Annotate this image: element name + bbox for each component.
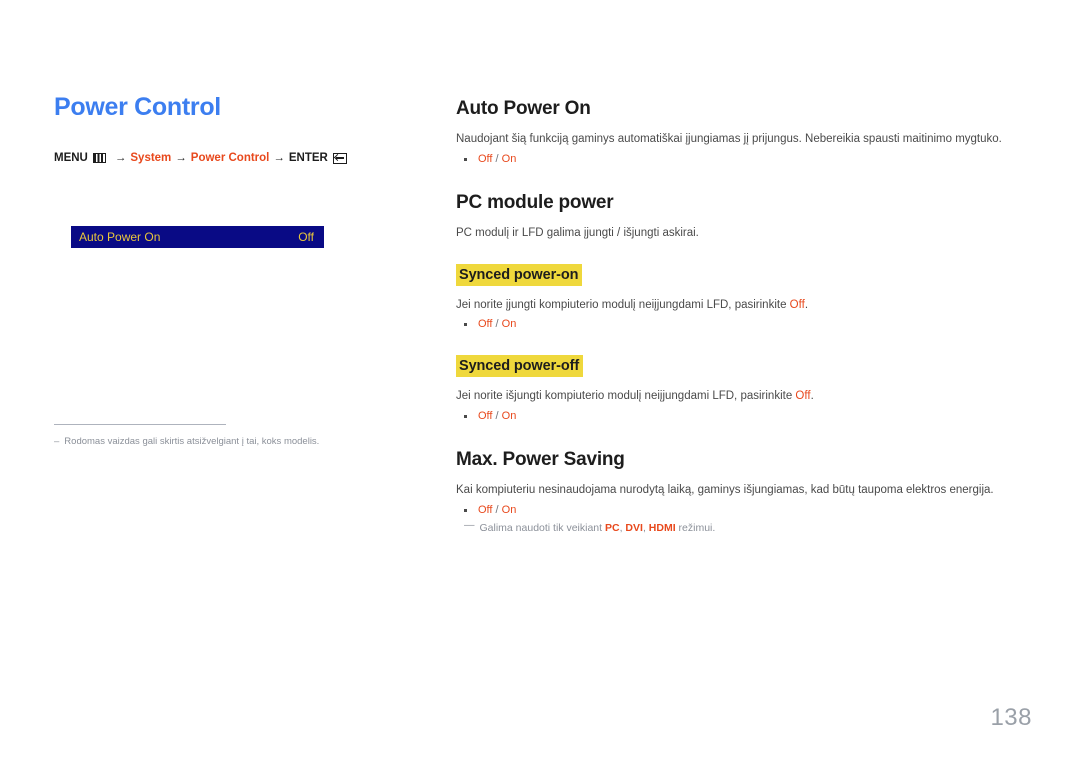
note-text-after: režimui.: [675, 522, 716, 535]
breadcrumb-enter-label: ENTER: [288, 151, 328, 164]
section-title-auto-power-on: Auto Power On: [456, 98, 591, 119]
section-synced-power-on: Synced power-on Jei norite įjungti kompi…: [456, 263, 1016, 333]
body-text-accent: Off: [789, 298, 805, 311]
section-max-power-saving: Max. Power Saving Kai kompiuteriu nesina…: [456, 449, 1016, 536]
note-dash: —: [464, 519, 475, 532]
option-list-max-power-saving: Off / On: [456, 502, 1016, 519]
breadcrumb-arrow-3: →: [273, 151, 285, 164]
section-title-max-power-saving: Max. Power Saving: [456, 449, 625, 471]
section-note-max-power-saving: — Galima naudoti tik veikiant PC, DVI, H…: [456, 519, 1016, 536]
document-page: Power Control MENU → System → Power Cont…: [0, 0, 1080, 763]
list-item: Off / On: [456, 408, 1016, 425]
breadcrumb: MENU → System → Power Control → ENTER: [54, 151, 394, 165]
body-text-after: .: [810, 389, 814, 402]
option-off: Off: [478, 409, 493, 422]
note-text-before: Galima naudoti tik veikiant: [479, 522, 605, 535]
section-synced-power-off: Synced power-off Jei norite išjungti kom…: [456, 354, 1016, 425]
list-item: Off / On: [456, 151, 1016, 168]
option-on: On: [501, 318, 517, 331]
option-separator: /: [495, 503, 499, 516]
footnote-text: Rodomas vaizdas gali skirtis atsižvelgia…: [64, 436, 320, 447]
section-body-synced-power-on: Jei norite įjungti kompiuterio modulį ne…: [456, 297, 1016, 314]
subsection-title-synced-power-on: Synced power-on: [456, 263, 583, 286]
breadcrumb-arrow-2: →: [175, 151, 187, 164]
breadcrumb-menu-label: MENU: [54, 151, 88, 164]
option-separator: /: [495, 318, 499, 331]
section-title-pc-module-power: PC module power: [456, 192, 614, 214]
page-number: 138: [990, 704, 1032, 731]
left-footnote: – Rodomas vaizdas gali skirtis atsižvelg…: [54, 424, 354, 448]
option-on: On: [501, 152, 517, 165]
option-separator: /: [495, 152, 499, 165]
osd-menu-row-auto-power-on: Auto Power On Off: [71, 226, 324, 248]
option-on: On: [501, 503, 517, 516]
menu-grid-icon: [92, 153, 106, 164]
option-list-auto-power-on: Off / On: [456, 151, 1016, 168]
note-text: Galima naudoti tik veikiant PC, DVI, HDM…: [480, 521, 716, 536]
option-separator: /: [495, 409, 499, 422]
left-column: Power Control MENU → System → Power Cont…: [54, 93, 394, 165]
section-body-auto-power-on: Naudojant šią funkciją gaminys automatiš…: [456, 132, 1002, 145]
osd-menu-value: Off: [298, 230, 314, 244]
note-comma-1: ,: [619, 522, 623, 535]
body-text-before: Jei norite įjungti kompiuterio modulį ne…: [456, 298, 790, 311]
subsection-title-synced-power-off: Synced power-off: [456, 354, 584, 377]
footnote-divider: [54, 424, 226, 425]
body-text-before: Jei norite išjungti kompiuterio modulį n…: [456, 389, 796, 402]
right-column: Auto Power On Naudojant šią funkciją gam…: [456, 98, 1016, 536]
option-list-synced-power-off: Off / On: [456, 408, 1016, 425]
footnote-dash: –: [54, 436, 60, 447]
section-body-pc-module-power: PC modulį ir LFD galima įjungti / išjung…: [456, 226, 699, 239]
list-item: Off / On: [456, 316, 1016, 333]
enter-return-icon: [332, 152, 347, 164]
option-off: Off: [478, 318, 493, 331]
option-off: Off: [478, 152, 493, 165]
breadcrumb-item-system: System: [130, 151, 172, 164]
page-title: Power Control: [54, 93, 221, 121]
body-text-accent: Off: [795, 389, 811, 402]
footnote-text-row: – Rodomas vaizdas gali skirtis atsižvelg…: [54, 436, 354, 448]
section-pc-module-power: PC module power PC modulį ir LFD galima …: [456, 192, 1016, 242]
note-mode-hdmi: HDMI: [648, 522, 676, 535]
note-comma-2: ,: [642, 522, 646, 535]
body-text-after: .: [804, 298, 809, 311]
breadcrumb-item-power-control: Power Control: [190, 151, 270, 164]
breadcrumb-arrow-1: →: [114, 151, 127, 164]
section-body-synced-power-off: Jei norite išjungti kompiuterio modulį n…: [456, 388, 1016, 405]
option-off: Off: [478, 503, 493, 516]
option-on: On: [501, 409, 517, 422]
option-list-synced-power-on: Off / On: [456, 316, 1016, 333]
note-mode-dvi: DVI: [625, 522, 643, 535]
osd-menu-label: Auto Power On: [79, 230, 161, 244]
list-item: Off / On: [456, 502, 1016, 519]
section-body-max-power-saving: Kai kompiuteriu nesinaudojama nurodytą l…: [456, 483, 994, 496]
note-mode-pc: PC: [604, 522, 620, 535]
